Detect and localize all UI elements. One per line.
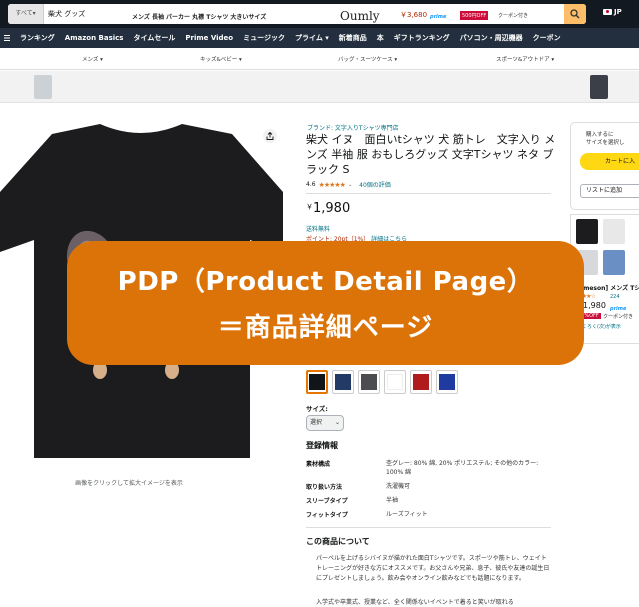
nav-item-timesale[interactable]: タイムセール (133, 33, 175, 43)
banner-coupon-text: クーポン付き (498, 13, 529, 19)
color-swatch-blue[interactable] (436, 370, 458, 394)
top-header: すべて▾ JP (0, 0, 639, 28)
search-input[interactable] (48, 4, 568, 24)
nav-item-new[interactable]: 新着商品 (339, 33, 367, 43)
sub-nav: メンズ ▾ キッズ&ベビー ▾ バッグ・スーツケース ▾ スポーツ&アウトドア … (0, 48, 639, 70)
price: ￥1,980 (306, 201, 350, 216)
search-category-label: すべて (15, 10, 33, 17)
buy-box-line2: サイズを選択し (586, 140, 625, 146)
nav-item-amazon-basics[interactable]: Amazon Basics (65, 34, 124, 42)
banner-prime-badge: prime (430, 14, 447, 20)
swatch-color (439, 374, 455, 390)
nav-item-music[interactable]: ミュージック (243, 33, 285, 43)
about-title: この商品について (306, 537, 370, 546)
language-label: JP (614, 8, 622, 16)
color-swatch-red[interactable] (410, 370, 432, 394)
sponsored-banner[interactable] (0, 71, 639, 103)
product-title: 柴犬 イヌ 面白いtシャツ 犬 筋トレ 文字入り メンズ 半袖 服 おもしろグッ… (306, 133, 556, 176)
subnav-item-bags[interactable]: バッグ・スーツケース ▾ (338, 55, 397, 63)
nav-item-ranking[interactable]: ランキング (20, 33, 55, 43)
size-label: サイズ: (306, 405, 328, 413)
sponsored-thumbnail (603, 250, 625, 275)
subnav-item-kids[interactable]: キッズ&ベビー ▾ (200, 55, 242, 63)
color-swatch-gray[interactable] (358, 370, 380, 394)
color-swatch-white[interactable] (384, 370, 406, 394)
sponsored-review-count[interactable]: 224 (610, 294, 620, 300)
sponsored-price: 1,980 (583, 301, 606, 310)
sponsored-thumbnail (576, 219, 598, 244)
sponsored-coupon: クーポン付き (603, 314, 634, 320)
rating-count-link[interactable]: 40個の評価 (359, 180, 391, 189)
rating-value: 4.6 (306, 181, 316, 188)
banner-brand-logo: Oumly (340, 9, 380, 23)
divider (306, 527, 551, 528)
price-currency: ￥ (306, 203, 313, 211)
search-icon (570, 9, 580, 19)
spec-key: 取り扱い方法 (306, 484, 343, 491)
share-button[interactable] (263, 129, 277, 143)
nav-item-gift-ranking[interactable]: ギフトランキング (394, 33, 450, 43)
banner-product-thumbnail-2 (590, 75, 608, 99)
banner-text: メンズ 長袖 パーカー 丸襟 Tシャツ 大きいサイズ (132, 14, 267, 21)
swatch-color (387, 374, 403, 390)
banner-price: ￥3,680 (400, 11, 428, 19)
chevron-down-icon: ⌄ (334, 419, 340, 426)
rating-row: 4.6 ★★★★★ ⌄ 40個の評価 (306, 180, 391, 190)
callout-line1: PDP（Product Detail Page） (117, 267, 534, 297)
swatch-color (413, 374, 429, 390)
nav-item-prime-video[interactable]: Prime Video (185, 34, 233, 42)
callout-line2: ＝商品詳細ページ (217, 313, 434, 343)
about-text: パーベルを上げるシバイヌが描かれた面白Tシャツです。スポーツや筋トレ、ウェイトト… (316, 555, 550, 582)
color-swatches (306, 370, 458, 394)
spec-key: フィットタイプ (306, 512, 348, 519)
specs-title: 登録情報 (306, 441, 338, 450)
size-dropdown-value: 選択 (310, 419, 323, 426)
about-text-continued: 入学式や卒業式、授業など、全く関係ないイベントで着ると笑いが取れる (316, 599, 514, 606)
menu-icon[interactable] (4, 34, 10, 42)
language-selector[interactable]: JP (603, 8, 622, 16)
add-to-list-button[interactable]: リストに追加 (580, 184, 639, 198)
brand-link[interactable]: ブランド: 文字入りTシャツ専門店 (307, 123, 399, 132)
subnav-item-sports[interactable]: スポーツ&アウトドア ▾ (496, 55, 554, 63)
banner-discount-badge: 500円OFF (460, 11, 489, 20)
sponsored-thumbnail (603, 219, 625, 244)
search-category-dropdown[interactable]: すべて▾ (8, 4, 44, 24)
color-swatch-navy[interactable] (332, 370, 354, 394)
nav-item-books[interactable]: 本 (377, 33, 384, 43)
swatch-color (361, 374, 377, 390)
nav-item-prime[interactable]: プライム ▾ (295, 33, 329, 43)
divider (306, 193, 551, 194)
sponsored-prime-badge: prime (610, 306, 627, 312)
spec-value: 杢グレー: 80% 綿, 20% ポリエステル; その他のカラー: 100% 綿 (386, 460, 539, 476)
spec-key: スリーブタイプ (306, 498, 348, 505)
main-nav: ランキング Amazon Basics タイムセール Prime Video ミ… (0, 28, 639, 48)
spec-value: ルーズフィット (386, 511, 428, 518)
add-to-cart-button[interactable]: カートに入 (580, 153, 639, 170)
size-dropdown[interactable]: 選択 ⌄ (306, 415, 344, 431)
image-caption: 画像をクリックして拡大イメージを表示 (75, 480, 183, 487)
spec-value: 洗濯機可 (386, 483, 411, 490)
color-swatch-black[interactable] (306, 370, 328, 394)
spec-value: 半袖 (386, 497, 399, 504)
buy-box-text: 購入するに サイズを選択し (586, 131, 624, 147)
rating-stars[interactable]: ★★★★★ (319, 181, 346, 189)
spec-key: 素材構成 (306, 461, 331, 468)
search-button[interactable] (564, 4, 586, 24)
shipping-link[interactable]: 送料無料 (306, 224, 330, 233)
price-value: 1,980 (313, 201, 351, 216)
share-icon (266, 132, 274, 140)
chevron-down-icon[interactable]: ⌄ (348, 182, 352, 188)
swatch-color (309, 374, 325, 390)
banner-product-thumbnail (34, 75, 52, 99)
nav-item-pc[interactable]: パソコン・周辺機器 (460, 33, 523, 43)
nav-item-coupon[interactable]: クーポン (533, 33, 561, 43)
japan-flag-icon (603, 9, 612, 15)
subnav-item-mens[interactable]: メンズ ▾ (82, 55, 103, 63)
swatch-color (335, 374, 351, 390)
buy-box-line1: 購入するに (586, 132, 614, 138)
pdp-callout-overlay: PDP（Product Detail Page） ＝商品詳細ページ (67, 241, 584, 365)
